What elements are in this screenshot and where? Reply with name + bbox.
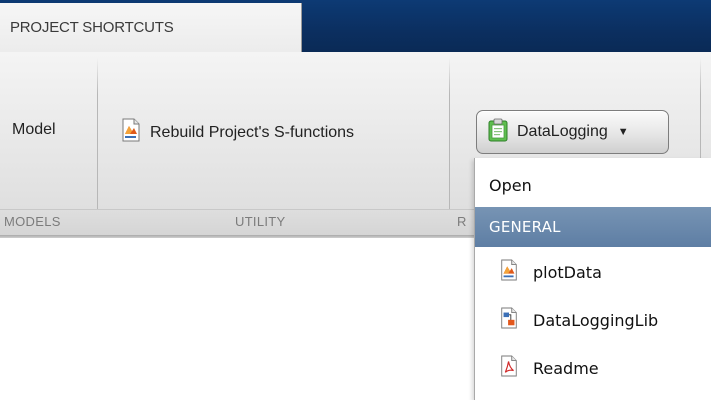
- menu-item-label: DataLoggingLib: [533, 310, 659, 330]
- datalogging-dropdown-menu: Open GENERAL plotData DataLoggingLib Rea…: [474, 158, 711, 400]
- model-button-label: Model: [12, 121, 56, 138]
- pdf-file-icon: [499, 355, 519, 381]
- dropdown-arrow-icon[interactable]: ▼: [618, 126, 629, 138]
- clipboard-icon: [487, 118, 509, 147]
- simulink-model-icon: [499, 307, 519, 333]
- menu-item-label: Readme: [533, 358, 599, 378]
- section-label-models: MODELS: [4, 214, 61, 229]
- menu-group-header-label: GENERAL: [489, 218, 561, 236]
- model-button[interactable]: Model: [12, 121, 56, 139]
- menu-open-label: Open: [489, 175, 532, 195]
- menu-item-open[interactable]: Open: [475, 163, 711, 207]
- menu-item-label: plotData: [533, 262, 602, 282]
- tab-label: PROJECT SHORTCUTS: [10, 19, 174, 36]
- datalogging-split-button[interactable]: DataLogging ▼: [476, 110, 669, 154]
- rebuild-s-functions-label: Rebuild Project's S-functions: [150, 123, 355, 141]
- tab-project-shortcuts[interactable]: PROJECT SHORTCUTS: [0, 3, 302, 52]
- menu-item-dataloggindlib[interactable]: DataLoggingLib: [475, 298, 711, 342]
- datalogging-label: DataLogging: [517, 123, 608, 140]
- section-label-third: R: [457, 214, 467, 229]
- m-file-icon: [120, 118, 142, 147]
- rebuild-s-functions-button[interactable]: Rebuild Project's S-functions: [120, 118, 354, 147]
- m-file-icon: [499, 259, 519, 285]
- tab-strip: PROJECT SHORTCUTS: [0, 0, 711, 52]
- menu-group-header-general: GENERAL: [475, 207, 711, 247]
- menu-item-readme[interactable]: Readme: [475, 346, 711, 390]
- section-label-utility: UTILITY: [235, 214, 286, 229]
- menu-item-plotdata[interactable]: plotData: [475, 250, 711, 294]
